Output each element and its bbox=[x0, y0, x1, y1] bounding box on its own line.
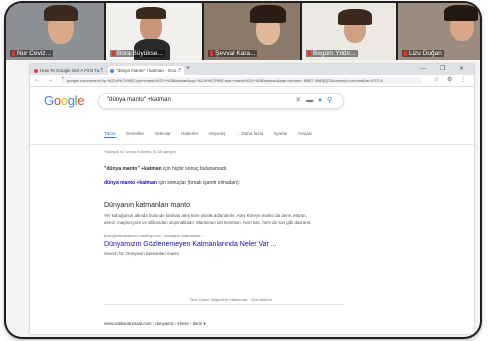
result-url[interactable]: jeologimmotorkursu.weebly.com › dunyanin… bbox=[104, 233, 404, 238]
tab-settings[interactable]: Ayarlar bbox=[273, 131, 287, 136]
logo-letter: e bbox=[77, 93, 85, 108]
no-results-text: için hiçbir sonuç bulunamadı. bbox=[161, 166, 228, 172]
participant-tile-1[interactable]: Nur Ceviz... bbox=[6, 3, 104, 60]
result-stats: Yaklaşık 42 sonuç bulundu (0,38 saniye) bbox=[104, 149, 176, 154]
participant-tile-4[interactable]: Begüm Yıldır... bbox=[302, 3, 396, 60]
participant-tile-3[interactable]: Şevval Kara... bbox=[204, 3, 300, 60]
search-input[interactable]: "dünya manto" +katman bbox=[107, 97, 171, 103]
clear-icon[interactable]: ✕ bbox=[295, 97, 306, 104]
tab-label: "dünya manto" +katman - Goo... bbox=[116, 68, 181, 73]
featured-snippet: Dünyanın katmanları manto Yer kabuğunun … bbox=[104, 202, 404, 256]
tab-shopping[interactable]: Alışveriş bbox=[209, 131, 226, 136]
participant-tile-2[interactable]: Bora Büyükse... bbox=[106, 3, 202, 60]
search-actions: ✕▬♦⚲ bbox=[295, 96, 337, 104]
window-controls[interactable]: — ❐ ✕ bbox=[420, 65, 470, 72]
browser-tab[interactable]: How To Google Get A First Tu... × bbox=[32, 66, 106, 75]
google-header: Google "dünya manto" +katman ✕▬♦⚲ bbox=[30, 87, 474, 115]
google-favicon-icon bbox=[34, 68, 38, 73]
tab-label: How To Google Get A First Tu... bbox=[40, 68, 103, 73]
close-icon[interactable]: × bbox=[178, 66, 181, 75]
toolbar-icons[interactable]: ☆ ⚙ ⋮ bbox=[434, 76, 469, 83]
tab-all[interactable]: Tümü bbox=[104, 131, 116, 138]
search-box[interactable]: "dünya manto" +katman ✕▬♦⚲ bbox=[98, 93, 344, 109]
snippet-title: Dünyanın katmanları manto bbox=[104, 202, 190, 209]
screenshot-frame: Nur Ceviz... Bora Büyükse... Şevval Kara… bbox=[6, 3, 480, 337]
participant-hair bbox=[338, 9, 372, 25]
result-link[interactable]: Dünyamızın Gözlenemeyen Katmanlarında Ne… bbox=[104, 241, 404, 248]
tab-bar: How To Google Get A First Tu... × "dünya… bbox=[30, 64, 474, 75]
logo-letter: G bbox=[44, 93, 54, 108]
no-results-query: "dünya manto" +katman bbox=[104, 166, 162, 172]
google-favicon-icon bbox=[110, 68, 114, 73]
participant-name: Nur Ceviz... bbox=[10, 50, 53, 57]
google-logo[interactable]: Google bbox=[44, 93, 84, 108]
participant-hair bbox=[250, 5, 286, 23]
divider bbox=[104, 304, 344, 305]
participant-tile-5[interactable]: Lizu Doğan bbox=[398, 3, 480, 60]
tab-tools[interactable]: Araçlar bbox=[298, 131, 312, 136]
keyboard-icon[interactable]: ▬ bbox=[306, 97, 318, 104]
suggestion-query[interactable]: dünya manto +katman bbox=[104, 180, 157, 186]
address-bar[interactable]: google.com/search?q=%22d%C3%BCnya+manto%… bbox=[62, 77, 422, 84]
browser-window: How To Google Get A First Tu... × "dünya… bbox=[30, 64, 474, 334]
suggestion-text: için sonuçlar (tırnak işareti olmadan): bbox=[156, 180, 241, 186]
tab-news[interactable]: Haberler bbox=[181, 131, 198, 136]
participant-name: Bora Büyükse... bbox=[110, 50, 165, 57]
participant-hair bbox=[444, 5, 478, 21]
feedback-link[interactable]: Öne Çıkan Snippet'ler Hakkında · Geri bi… bbox=[190, 297, 272, 302]
participant-hair bbox=[136, 7, 166, 19]
suggestion-message: dünya manto +katman için sonuçlar (tırna… bbox=[104, 180, 404, 186]
close-icon[interactable]: × bbox=[100, 66, 103, 75]
no-results-message: "dünya manto" +katman için hiçbir sonuç … bbox=[104, 166, 404, 172]
browser-tab-active[interactable]: "dünya manto" +katman - Goo... × bbox=[108, 66, 184, 75]
tab-more[interactable]: ⋮ Daha fazla bbox=[236, 131, 263, 137]
participant-hair bbox=[44, 5, 78, 21]
divider bbox=[30, 144, 474, 145]
result-subtext: Search for: Dünyanın katmanları manto bbox=[104, 251, 179, 256]
search-tabs: Tümü Görseller Videolar Haberler Alışver… bbox=[104, 131, 321, 141]
mic-icon[interactable]: ♦ bbox=[318, 97, 327, 104]
address-bar-row: ← → ↻ google.com/search?q=%22d%C3%BCnya+… bbox=[30, 75, 474, 87]
next-result-url[interactable]: www.vatikanaresaat.com › dunyamiz › kims… bbox=[104, 321, 206, 327]
tab-videos[interactable]: Videolar bbox=[154, 131, 170, 136]
logo-letter: o bbox=[53, 93, 61, 108]
search-results: Yaklaşık 42 sonuç bulundu (0,38 saniye) … bbox=[104, 149, 404, 256]
logo-letter: o bbox=[60, 93, 68, 108]
video-call-strip: Nur Ceviz... Bora Büyükse... Şevval Kara… bbox=[6, 3, 480, 60]
participant-name: Şevval Kara... bbox=[208, 50, 258, 57]
participant-name: Lizu Doğan bbox=[402, 50, 444, 57]
tab-images[interactable]: Görseller bbox=[126, 131, 144, 136]
logo-letter: g bbox=[67, 93, 75, 108]
search-icon[interactable]: ⚲ bbox=[327, 97, 337, 104]
snippet-text: Yer kabuğunun altında bulunan katman ate… bbox=[104, 213, 312, 225]
new-tab-button[interactable]: + bbox=[186, 65, 190, 72]
participant-name: Begüm Yıldır... bbox=[306, 50, 358, 57]
